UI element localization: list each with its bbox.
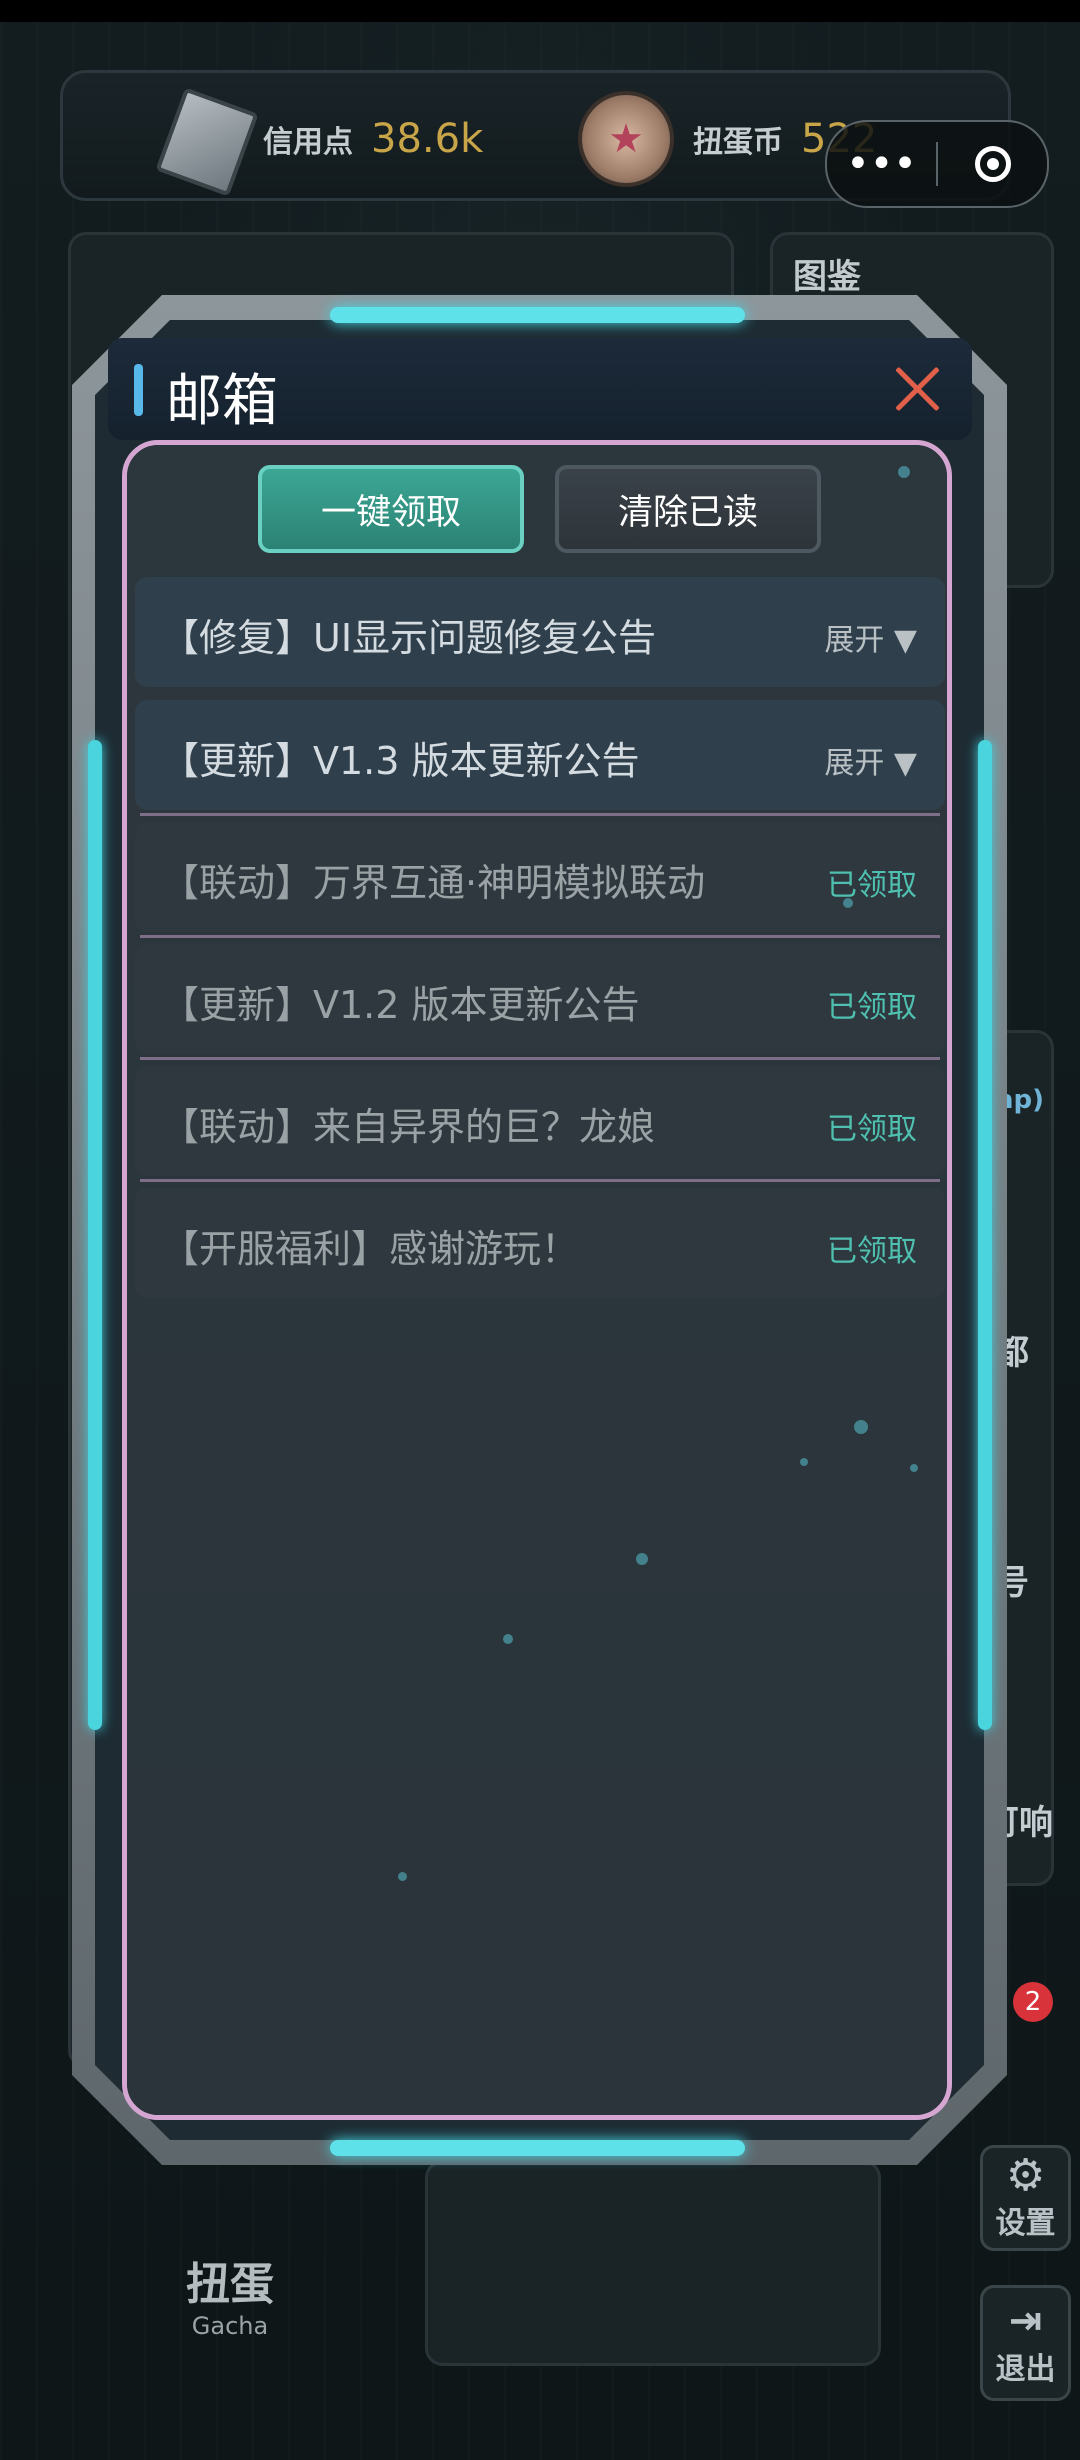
mail-item[interactable]: 【更新】V1.3 版本更新公告 展开 ▼ [135,700,945,810]
list-divider [140,1057,940,1060]
target-ring-icon [974,146,1011,182]
gacha-coin-icon: ★ [578,91,674,187]
frame-glow-top [330,307,745,323]
ambient-particle [636,1553,648,1565]
mail-title: 【更新】V1.2 版本更新公告 [161,983,640,1027]
mailbox-title: 邮箱 [166,369,278,434]
ambient-particle [910,1464,918,1472]
close-miniprogram-button[interactable] [938,122,1047,206]
expand-toggle[interactable]: 展开 ▼ [824,738,917,782]
claimed-status: 已领取 [827,1112,917,1147]
mini-program-capsule: ••• [825,120,1049,208]
claimed-status: 已领取 [827,868,917,903]
mail-title: 【联动】来自异界的巨？龙娘 [161,1105,656,1149]
exit-label: 退出 [995,2352,1056,2387]
mail-item[interactable]: 【更新】V1.2 版本更新公告 已领取 [135,944,945,1054]
bottom-center-panel [425,2160,881,2366]
list-divider [140,935,940,938]
mailbox-header: 邮箱 [108,338,972,440]
more-options-button[interactable]: ••• [827,122,936,206]
frame-glow-right [978,740,992,1730]
atlas-tab-label: 图鉴 [793,257,861,297]
mail-item[interactable]: 【开服福利】感谢游玩！ 已领取 [135,1188,945,1298]
ambient-particle [398,1872,407,1881]
gacha-subtitle: Gacha [191,2312,269,2340]
gacha-button[interactable]: 扭蛋 Gacha [65,2160,395,2350]
exit-button[interactable]: ⇥ 退出 [980,2285,1071,2401]
ambient-particle [898,466,910,478]
frame-glow-bottom [330,2140,745,2156]
credit-display: 信用点 38.6k [263,111,483,167]
settings-label: 设置 [995,2206,1056,2241]
expand-toggle[interactable]: 展开 ▼ [824,615,917,659]
settings-button[interactable]: ⚙ 设置 [980,2145,1071,2251]
ambient-particle [503,1634,513,1644]
mail-title: 【更新】V1.3 版本更新公告 [161,739,640,783]
ambient-particle [854,1420,868,1434]
close-icon[interactable] [892,364,942,414]
exit-icon: ⇥ [1008,2298,1043,2344]
mail-title: 【联动】万界互通·神明模拟联动 [161,861,706,905]
claim-all-button[interactable]: 一键领取 [258,465,524,553]
gear-icon: ⚙ [1005,2150,1046,2201]
credit-label: 信用点 [263,125,353,160]
more-dots-icon: ••• [846,141,917,187]
credit-value: 38.6k [371,116,484,162]
ambient-particle [800,1458,808,1466]
coin-label: 扭蛋币 [693,125,783,160]
title-accent-bar [134,364,143,416]
claimed-status: 已领取 [827,990,917,1025]
mail-item[interactable]: 【联动】来自异界的巨？龙娘 已领取 [135,1066,945,1176]
mail-item[interactable]: 【修复】UI显示问题修复公告 展开 ▼ [135,577,945,687]
claimed-status: 已领取 [827,1234,917,1269]
gacha-title: 扭蛋 [186,2259,274,2310]
ambient-particle [843,898,853,908]
mail-title: 【开服福利】感谢游玩！ [161,1227,580,1271]
credit-ticket-icon [155,87,259,197]
status-strip [0,0,1080,22]
mail-notification-badge: 2 [1013,1982,1053,2022]
frame-glow-left [88,740,102,1730]
mail-item[interactable]: 【联动】万界互通·神明模拟联动 已领取 [135,822,945,932]
mail-title: 【修复】UI显示问题修复公告 [161,616,657,660]
list-divider [140,813,940,816]
list-divider [140,1179,940,1182]
clear-read-button[interactable]: 清除已读 [555,465,821,553]
